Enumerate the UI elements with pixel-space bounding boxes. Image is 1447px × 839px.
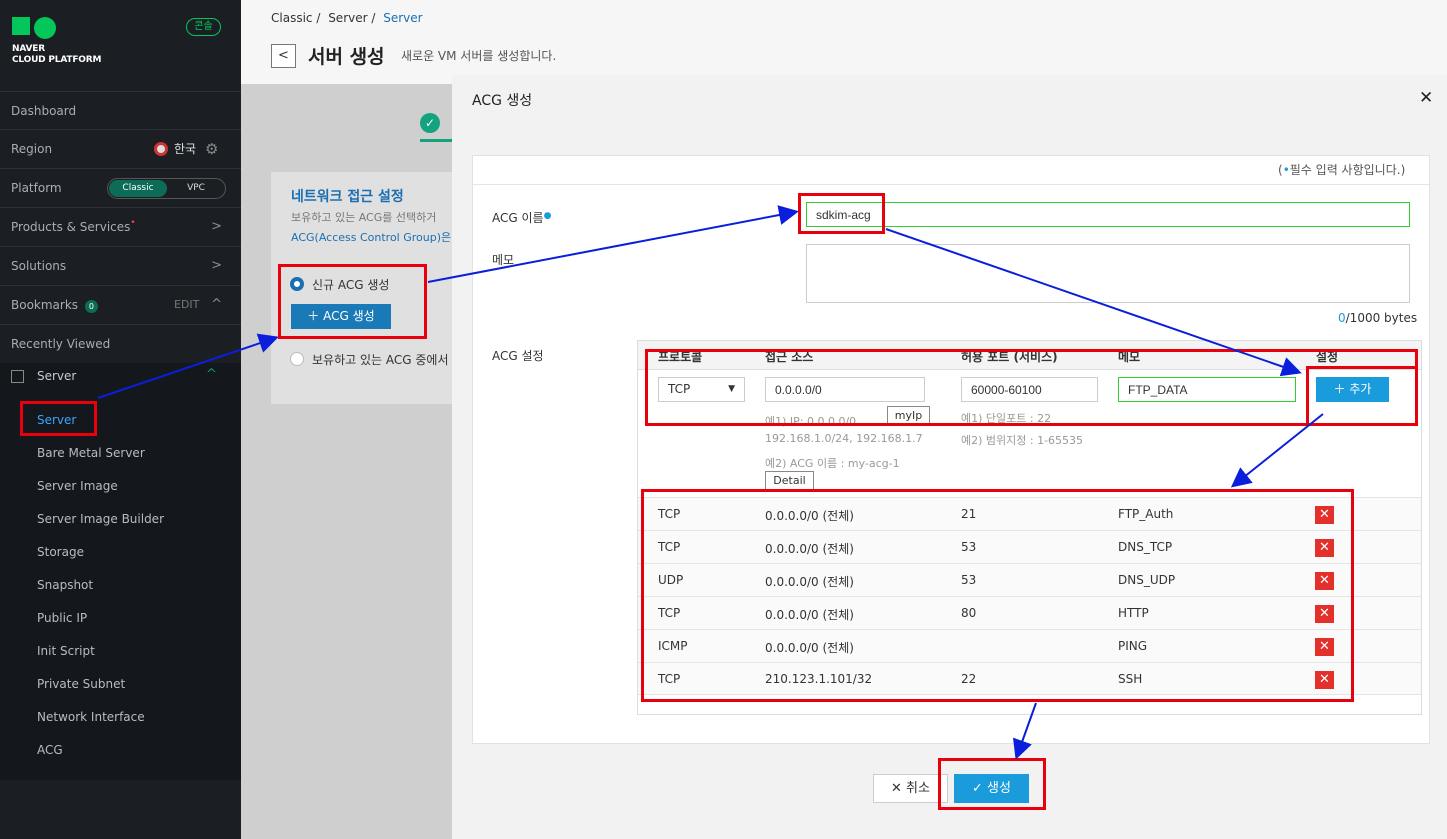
arrow-icon (427, 205, 799, 283)
annotation-arrows (97, 205, 1324, 760)
arrow-icon (1012, 702, 1037, 760)
arrow-icon (97, 333, 279, 399)
arrow-icon (1230, 413, 1324, 488)
arrow-icon (885, 228, 1302, 377)
